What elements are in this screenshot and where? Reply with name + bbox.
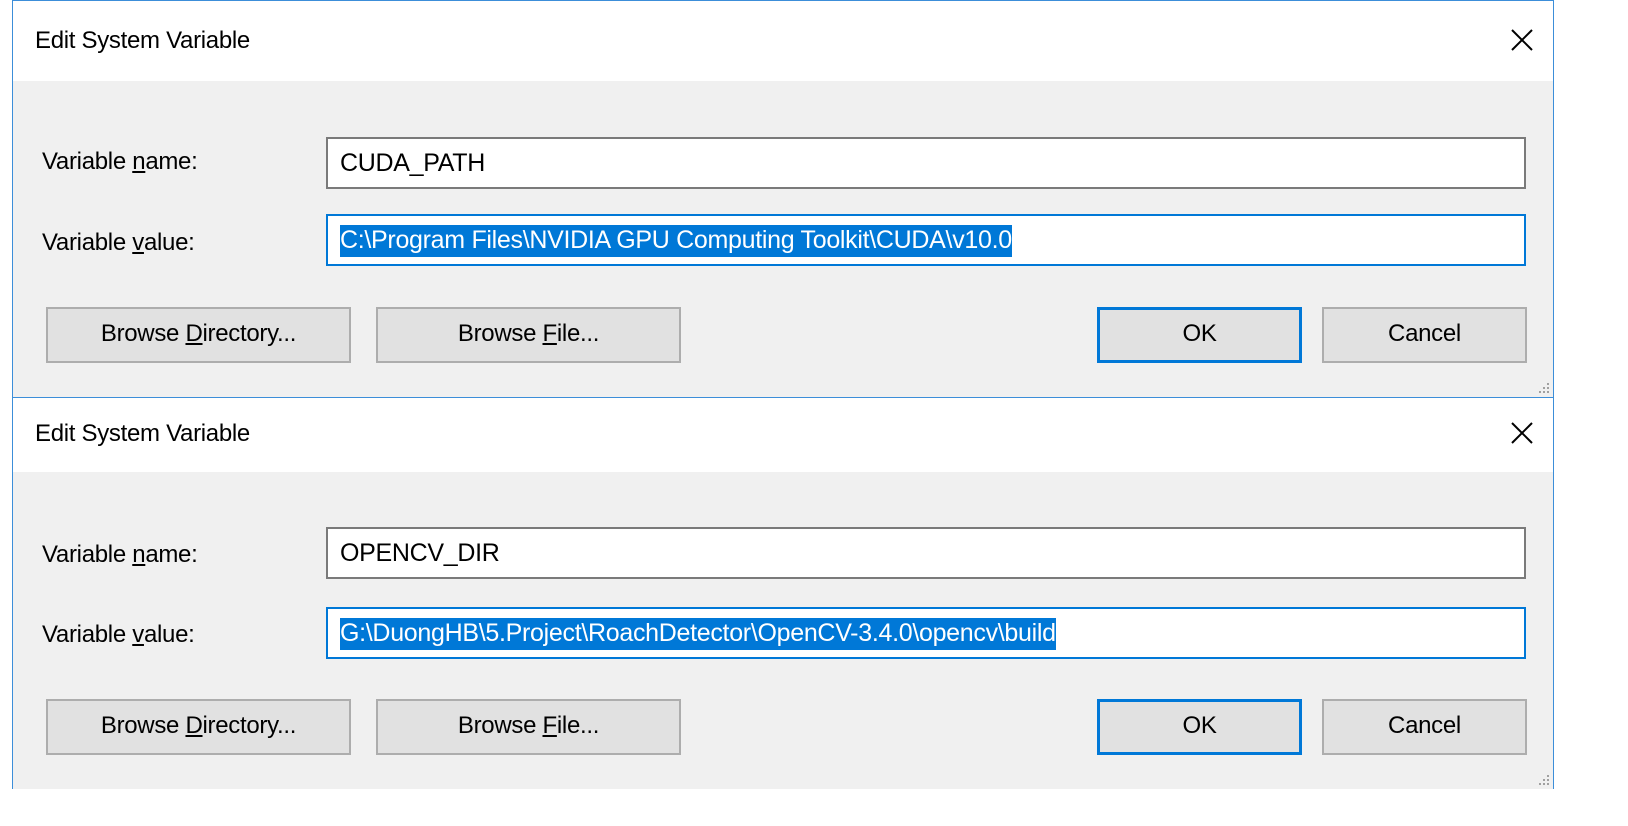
cancel-button[interactable]: Cancel <box>1322 307 1527 363</box>
variable-name-input[interactable]: CUDA_PATH <box>326 137 1526 189</box>
close-button[interactable] <box>1505 23 1539 57</box>
variable-name-label: Variable name: <box>42 148 198 175</box>
dialog-title: Edit System Variable <box>35 27 250 54</box>
edit-system-variable-dialog: Edit System Variable Variable name: CUDA… <box>12 0 1554 397</box>
close-button[interactable] <box>1505 416 1539 450</box>
variable-value-input[interactable]: C:\Program Files\NVIDIA GPU Computing To… <box>326 214 1526 266</box>
dialog-title: Edit System Variable <box>35 420 250 447</box>
resize-grip-icon[interactable] <box>1536 772 1550 786</box>
close-icon <box>1511 29 1533 51</box>
variable-name-label: Variable name: <box>42 541 198 568</box>
variable-value-input[interactable]: G:\DuongHB\5.Project\RoachDetector\OpenC… <box>326 607 1526 659</box>
resize-grip-icon[interactable] <box>1536 380 1550 394</box>
ok-button[interactable]: OK <box>1097 699 1302 755</box>
close-icon <box>1511 422 1533 444</box>
variable-name-input[interactable]: OPENCV_DIR <box>326 527 1526 579</box>
variable-value-label: Variable value: <box>42 621 195 648</box>
variable-value-label: Variable value: <box>42 229 195 256</box>
selected-text: G:\DuongHB\5.Project\RoachDetector\OpenC… <box>340 618 1056 650</box>
browse-directory-button[interactable]: Browse Directory... <box>46 307 351 363</box>
title-bar: Edit System Variable <box>13 398 1553 472</box>
cancel-button[interactable]: Cancel <box>1322 699 1527 755</box>
selected-text: C:\Program Files\NVIDIA GPU Computing To… <box>340 225 1012 257</box>
browse-file-button[interactable]: Browse File... <box>376 699 681 755</box>
browse-directory-button[interactable]: Browse Directory... <box>46 699 351 755</box>
edit-system-variable-dialog: Edit System Variable Variable name: OPEN… <box>12 397 1554 789</box>
ok-button[interactable]: OK <box>1097 307 1302 363</box>
title-bar: Edit System Variable <box>13 1 1553 81</box>
browse-file-button[interactable]: Browse File... <box>376 307 681 363</box>
